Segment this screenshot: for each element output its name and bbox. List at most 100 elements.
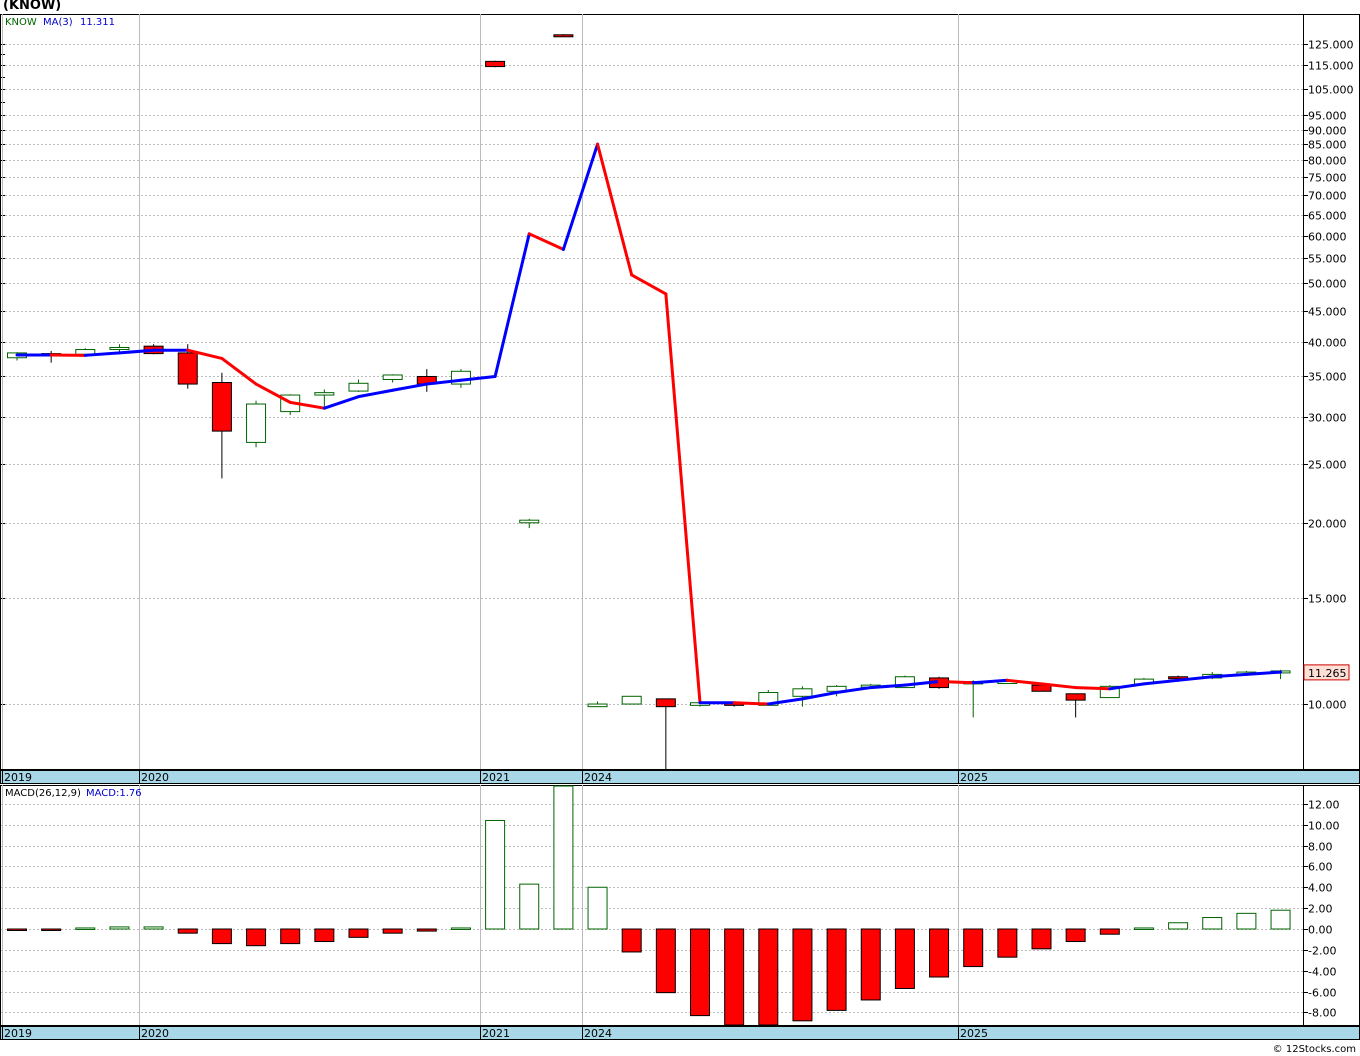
macd-bar-negative [348,928,369,938]
chart-svg: 10.000 15.000 20.000 25.000 30.000 35.000 40.0… [0,14,1360,1040]
candle-down [485,60,506,68]
ma-line-segment [1074,686,1112,691]
price-y-tick-label: 30.000 [1308,412,1347,425]
macd-bar-positive [1202,917,1223,930]
candle-up [621,695,642,705]
macd-bar-negative [758,928,779,1026]
macd-y-tick-label: 2.00 [1308,903,1333,916]
macd-bar-positive [519,883,540,930]
macd-bar-negative [826,928,847,1011]
price-y-tick-label: 15.000 [1308,593,1347,606]
candle-up [382,374,403,380]
macd-y-tick-label: -2.00 [1308,945,1336,958]
macd-bar-negative [280,928,301,945]
macd-x-tick-label: 2019 [4,1027,32,1040]
price-y-tick-label: 20.000 [1308,518,1347,531]
macd-y-tick-label: -4.00 [1308,966,1336,979]
macd-bar-negative [7,928,27,931]
macd-bar-positive [1133,927,1154,930]
candle-up [348,382,369,392]
macd-y-tick-label: 6.00 [1308,861,1333,874]
price-y-tick-label: 55.000 [1308,253,1347,266]
macd-x-tick-label: 2020 [141,1027,169,1040]
credit-text: © 12Stocks.com [1272,1044,1356,1055]
macd-bar-negative [690,928,710,1017]
candle-down [211,382,232,432]
chart-page: (KNOW) 10.000 15.000 20.000 25.000 30.000 35.… [0,0,1360,1056]
macd-bar-negative [416,928,437,932]
candle-up [109,347,130,351]
ma-line-segment [732,701,770,706]
candle-down [1065,693,1086,701]
price-y-tick-label: 65.000 [1308,210,1347,223]
macd-y-tick-label: -6.00 [1308,987,1336,1000]
macd-y-tick-label: -8.00 [1308,1007,1336,1020]
macd-legend-label: MACD(26,12,9) [5,788,81,799]
legend-symbol: KNOW [5,17,37,28]
candle-down [553,34,574,38]
macd-bar-negative [41,928,62,931]
candle-up [314,392,335,396]
price-x-tick-label: 2025 [960,771,988,784]
price-y-tick-label: 95.000 [1308,110,1347,123]
price-y-tick-label: 125.000 [1308,39,1354,52]
price-x-tick-label: 2024 [584,771,612,784]
macd-bar-positive [109,926,130,930]
macd-bar-negative [963,928,984,968]
candle-up [246,403,267,443]
macd-bar-negative [792,928,813,1022]
price-y-tick-label: 105.000 [1308,84,1354,97]
macd-bar-positive [75,927,96,930]
macd-bar-negative [929,928,950,978]
macd-y-tick-label: 12.00 [1308,799,1340,812]
last-price-label: 11.265 [1308,667,1347,680]
price-y-tick-label: 50.000 [1308,278,1347,291]
price-x-tick-label: 2020 [141,771,169,784]
macd-panel-frame [0,785,1360,1026]
macd-bar-positive [450,927,471,930]
price-panel-frame [0,14,1360,770]
macd-bar-negative [724,928,745,1026]
macd-bar-positive [485,819,506,930]
macd-bar-negative [860,928,881,1001]
macd-bar-negative [177,928,198,934]
price-y-tick-label: 85.000 [1308,139,1347,152]
macd-x-axis-band [0,1026,1360,1040]
macd-bar-negative [211,928,232,945]
price-y-tick-label: 70.000 [1308,190,1347,203]
price-y-tick-label: 115.000 [1308,60,1354,73]
price-y-tick-label: 80.000 [1308,155,1347,168]
macd-bar-negative [382,928,403,934]
macd-bar-negative [1099,928,1120,935]
macd-x-tick-label: 2021 [482,1027,510,1040]
candle-down [655,698,676,708]
price-y-tick-label: 35.000 [1308,371,1347,384]
macd-y-tick-label: 4.00 [1308,882,1333,895]
price-y-tick-label: 75.000 [1308,172,1347,185]
macd-y-tick-label: 10.00 [1308,820,1340,833]
macd-bar-negative [621,928,642,953]
price-y-tick-label: 40.000 [1308,337,1347,350]
price-y-tick-label: 10.000 [1308,699,1347,712]
macd-bar-negative [314,928,335,943]
price-x-axis-band [0,770,1360,784]
macd-legend-value: MACD:1.76 [86,788,142,799]
macd-bar-negative [894,928,915,989]
legend-ma-label: MA(3) [43,17,73,28]
price-y-tick-label: 90.000 [1308,125,1347,138]
macd-bar-negative [997,928,1018,958]
candle-up [519,519,540,524]
macd-bar-negative [246,928,267,947]
price-x-tick-label: 2019 [4,771,32,784]
ma-line-segment [937,680,975,685]
price-y-tick-label: 25.000 [1308,459,1347,472]
macd-bar-positive [1270,909,1291,930]
macd-bar-positive [1236,912,1257,930]
legend-ma-value: 11.311 [80,17,115,28]
macd-x-tick-label: 2024 [584,1027,612,1040]
macd-bar-positive [1168,922,1189,930]
macd-bar-positive [587,886,608,930]
macd-bar-positive [553,785,574,930]
macd-y-tick-label: 8.00 [1308,841,1333,854]
macd-bar-negative [655,928,676,994]
